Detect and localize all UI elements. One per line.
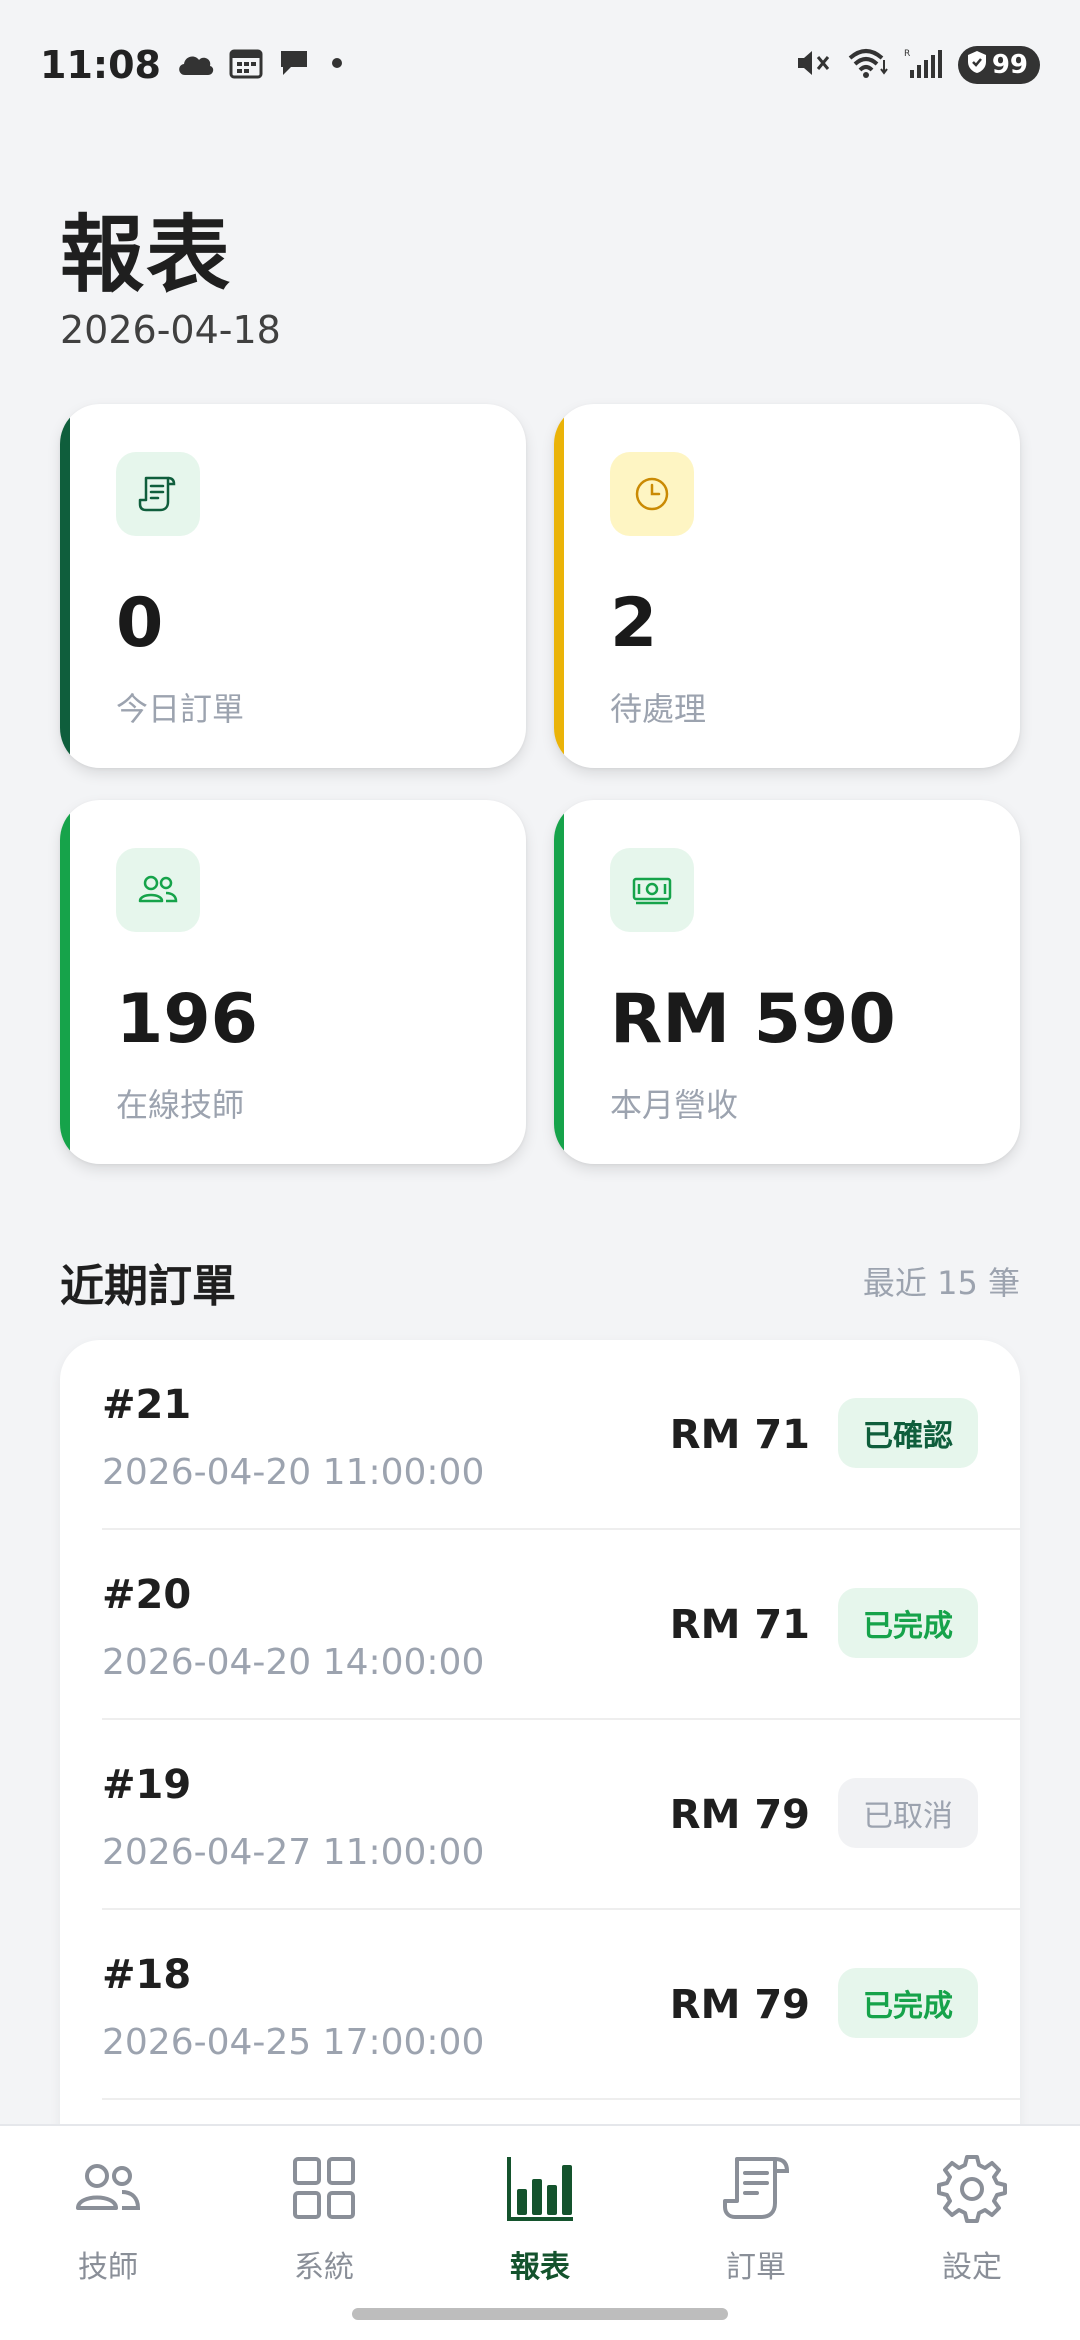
svg-text:R: R <box>904 49 910 59</box>
stat-label: 在線技師 <box>116 1086 245 1124</box>
status-bar: 11:08 R 99 <box>0 0 1080 130</box>
list-item[interactable]: #19 2026-04-27 11:00:00 RM 79 已取消 <box>102 1720 1020 1910</box>
nav-label: 報表 <box>510 2250 570 2285</box>
list-item[interactable]: #21 2026-04-20 11:00:00 RM 71 已確認 <box>102 1340 1020 1530</box>
dot-icon <box>325 51 349 79</box>
shield-icon <box>966 50 988 81</box>
nav-label: 系統 <box>294 2250 354 2285</box>
order-time: 2026-04-27 11:00:00 <box>102 1832 485 1873</box>
nav-item-settings[interactable]: 設定 <box>864 2126 1080 2340</box>
stat-value: 196 <box>116 980 258 1059</box>
section-title: 近期訂單 <box>60 1261 236 1312</box>
stat-value: 2 <box>610 584 658 663</box>
stat-card-today-orders[interactable]: 0 今日訂單 <box>60 404 526 768</box>
page-title: 報表 <box>60 206 233 304</box>
order-time: 2026-04-25 17:00:00 <box>102 2022 485 2063</box>
order-amount: RM 79 <box>669 1982 810 2028</box>
nav-label: 設定 <box>942 2250 1002 2285</box>
order-amount: RM 79 <box>669 1792 810 1838</box>
home-indicator[interactable] <box>352 2308 728 2320</box>
stat-card-pending[interactable]: 2 待處理 <box>554 404 1020 768</box>
battery-level: 99 <box>991 50 1028 80</box>
section-hint: 最近 15 筆 <box>862 1264 1020 1302</box>
users-icon <box>68 2148 148 2228</box>
wifi-icon <box>846 46 890 84</box>
nav-item-technicians[interactable]: 技師 <box>0 2126 216 2340</box>
mute-icon <box>794 46 832 84</box>
status-badge: 已取消 <box>838 1778 978 1848</box>
stat-card-monthly-revenue[interactable]: RM 590 本月營收 <box>554 800 1020 1164</box>
gear-icon <box>932 2148 1012 2228</box>
nav-label: 技師 <box>78 2250 138 2285</box>
bar-chart-icon <box>500 2148 580 2228</box>
status-time: 11:08 <box>40 43 161 87</box>
users-icon <box>116 848 200 932</box>
clock-icon <box>610 452 694 536</box>
stat-value: 0 <box>116 584 164 663</box>
list-item[interactable]: #20 2026-04-20 14:00:00 RM 71 已完成 <box>102 1530 1020 1720</box>
order-id: #20 <box>102 1572 192 1618</box>
cloud-icon <box>175 49 215 81</box>
signal-icon: R <box>904 46 944 84</box>
grid-icon <box>284 2148 364 2228</box>
order-id: #19 <box>102 1762 192 1808</box>
receipt-icon <box>116 452 200 536</box>
status-badge: 已完成 <box>838 1968 978 2038</box>
page-date: 2026-04-18 <box>60 308 281 352</box>
order-amount: RM 71 <box>669 1602 810 1648</box>
chat-icon <box>277 47 311 83</box>
receipt-icon <box>716 2148 796 2228</box>
order-amount: RM 71 <box>669 1412 810 1458</box>
order-time: 2026-04-20 14:00:00 <box>102 1642 485 1683</box>
battery-indicator: 99 <box>957 46 1040 84</box>
list-item[interactable]: #18 2026-04-25 17:00:00 RM 79 已完成 <box>102 1910 1020 2100</box>
stat-label: 今日訂單 <box>116 690 245 728</box>
stat-card-online-technicians[interactable]: 196 在線技師 <box>60 800 526 1164</box>
cash-icon <box>610 848 694 932</box>
order-id: #21 <box>102 1382 192 1428</box>
status-badge: 已完成 <box>838 1588 978 1658</box>
nav-label: 訂單 <box>726 2250 786 2285</box>
status-left: 11:08 <box>40 43 349 87</box>
order-time: 2026-04-20 11:00:00 <box>102 1452 485 1493</box>
order-id: #18 <box>102 1952 192 1998</box>
stat-value: RM 590 <box>610 980 896 1059</box>
calendar-icon <box>229 47 263 83</box>
stat-label: 本月營收 <box>610 1086 739 1124</box>
status-badge: 已確認 <box>838 1398 978 1468</box>
stat-label: 待處理 <box>610 690 707 728</box>
status-right: R 99 <box>794 46 1040 84</box>
